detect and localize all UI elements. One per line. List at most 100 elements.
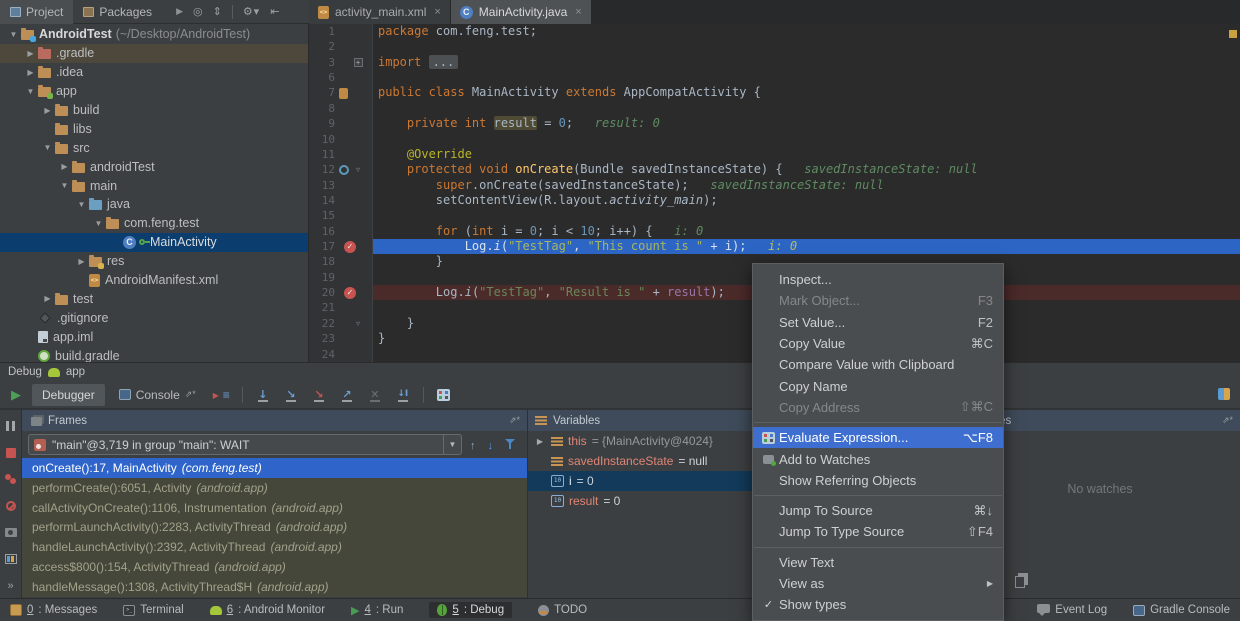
step-into-button[interactable]	[279, 384, 303, 406]
chevron-icon[interactable]	[40, 143, 55, 152]
chevron-icon[interactable]	[23, 68, 38, 77]
menu-item-inspect[interactable]: Inspect...	[753, 269, 1003, 290]
play-small-icon[interactable]	[176, 6, 183, 17]
editor-line-15[interactable]: 15	[309, 208, 1240, 223]
editor-line-7[interactable]: 7public class MainActivity extends AppCo…	[309, 85, 1240, 100]
tree-item-gitignore[interactable]: .gitignore	[0, 308, 308, 327]
down-button[interactable]	[488, 436, 494, 454]
file-tab-mainactivity-java[interactable]: MainActivity.java×	[451, 0, 592, 24]
frame-row[interactable]: performLaunchActivity():2283, ActivityTh…	[22, 518, 527, 538]
chevron-icon[interactable]	[40, 294, 55, 303]
editor-line-16[interactable]: 16 for (int i = 0; i < 10; i++) { i: 0	[309, 224, 1240, 239]
menu-item-copy-address[interactable]: Copy Address⇧⌘C	[753, 397, 1003, 418]
up-button[interactable]	[470, 436, 476, 454]
fold-marker-icon[interactable]	[356, 162, 360, 177]
mute-bp-button[interactable]	[0, 500, 23, 513]
editor-line-1[interactable]: 1package com.feng.test;	[309, 24, 1240, 39]
stop-button[interactable]	[0, 447, 23, 460]
tree-item-test[interactable]: test	[0, 289, 308, 308]
project-tool-tab[interactable]: Project	[0, 0, 73, 24]
menu-item-jump-to-source[interactable]: Jump To Source⌘↓	[753, 500, 1003, 521]
fold-marker-icon[interactable]	[356, 316, 360, 331]
more-button[interactable]	[0, 579, 23, 592]
statusbar-item-0-messages[interactable]: 0: Messages	[10, 604, 97, 616]
chevron-icon[interactable]	[74, 257, 89, 266]
target-icon[interactable]	[193, 5, 203, 18]
chevron-icon[interactable]	[23, 87, 38, 96]
frame-row[interactable]: callActivityOnCreate():1106, Instrumenta…	[22, 498, 527, 518]
chevron-icon[interactable]	[91, 219, 106, 228]
dropdown-arrow-icon[interactable]	[443, 435, 461, 454]
editor-line-12[interactable]: 12 protected void onCreate(Bundle savedI…	[309, 162, 1240, 177]
step-out-button[interactable]	[335, 384, 359, 406]
tree-item-libs[interactable]: libs	[0, 119, 308, 138]
close-tab-icon[interactable]: ×	[434, 6, 440, 18]
menu-item-view-as[interactable]: View as	[753, 573, 1003, 594]
menu-item-copy-value[interactable]: Copy Value⌘C	[753, 333, 1003, 354]
show-exec-button[interactable]	[210, 384, 234, 406]
tab-debugger[interactable]: Debugger	[32, 384, 105, 406]
menu-item-view-text[interactable]: View Text	[753, 552, 1003, 573]
chevron-icon[interactable]	[534, 437, 546, 446]
frame-row[interactable]: handleMessage():1308, ActivityThread$H(a…	[22, 577, 527, 597]
step-over-button[interactable]	[251, 384, 275, 406]
layout-editor-button[interactable]	[0, 553, 23, 566]
collapse-icon[interactable]	[213, 5, 222, 18]
tree-item-gradle[interactable]: .gradle	[0, 44, 308, 63]
fold-plus-icon[interactable]	[354, 58, 363, 67]
menu-item-compare-value-with-clipboard[interactable]: Compare Value with Clipboard	[753, 354, 1003, 375]
restore-layout-icon[interactable]	[1218, 388, 1230, 400]
editor-line-17[interactable]: 17 Log.i("TestTag", "This count is " + i…	[309, 239, 1240, 254]
close-tab-icon[interactable]: ×	[575, 6, 581, 18]
file-tab-activity-main-xml[interactable]: activity_main.xml×	[309, 0, 451, 24]
float-panel-icon[interactable]	[509, 415, 520, 426]
chevron-icon[interactable]	[6, 30, 21, 39]
statusbar-item-6-android-monitor[interactable]: 6: Android Monitor	[210, 604, 325, 616]
bp-dots-button[interactable]	[0, 473, 23, 486]
drop-frame-button[interactable]	[363, 384, 387, 406]
tree-item-mainactivity[interactable]: MainActivity	[0, 233, 308, 252]
tree-item-build-gradle[interactable]: build.gradle	[0, 346, 308, 362]
float-panel-icon[interactable]	[1222, 415, 1233, 426]
editor-line-14[interactable]: 14 setContentView(R.layout.activity_main…	[309, 193, 1240, 208]
resume-button[interactable]	[4, 384, 28, 406]
tree-item-main[interactable]: main	[0, 176, 308, 195]
evaluate-button[interactable]	[432, 384, 456, 406]
tree-item-androidmanifest-xml[interactable]: AndroidManifest.xml	[0, 271, 308, 290]
frame-row[interactable]: onCreate():17, MainActivity(com.feng.tes…	[22, 458, 527, 478]
editor-line-10[interactable]: 10	[309, 132, 1240, 147]
breakpoint-icon[interactable]	[344, 287, 356, 299]
menu-item-set-value[interactable]: Set Value...F2	[753, 312, 1003, 333]
frame-row[interactable]: performCreate():6051, Activity(android.a…	[22, 478, 527, 498]
tree-item-com-feng-test[interactable]: com.feng.test	[0, 214, 308, 233]
editor-line-6[interactable]: 6	[309, 70, 1240, 85]
editor-line-8[interactable]: 8	[309, 101, 1240, 116]
frame-row[interactable]: access$800():154, ActivityThread(android…	[22, 557, 527, 577]
editor-line-3[interactable]: 3import ...	[309, 55, 1240, 70]
editor-line-13[interactable]: 13 super.onCreate(savedInstanceState); s…	[309, 178, 1240, 193]
tab-console[interactable]: Console	[109, 384, 206, 406]
menu-item-mark-object[interactable]: Mark Object...F3	[753, 290, 1003, 311]
copy-icon[interactable]	[1015, 576, 1025, 588]
statusbar-item-terminal[interactable]: Terminal	[123, 604, 183, 616]
run-cursor-button[interactable]	[391, 384, 415, 406]
pause-button[interactable]	[0, 420, 23, 433]
chevron-icon[interactable]	[57, 162, 72, 171]
chevron-icon[interactable]	[57, 181, 72, 190]
filter-button[interactable]	[505, 436, 515, 454]
packages-tool-tab[interactable]: Packages	[73, 0, 162, 24]
statusbar-item-event-log[interactable]: Event Log	[1037, 604, 1107, 616]
breakpoint-icon[interactable]	[344, 241, 356, 253]
tree-item-java[interactable]: java	[0, 195, 308, 214]
gear-arrow-icon[interactable]	[243, 5, 260, 18]
hide-left-icon[interactable]	[270, 5, 279, 18]
menu-item-copy-name[interactable]: Copy Name	[753, 375, 1003, 396]
layout-file-icon[interactable]	[339, 88, 348, 99]
tree-item-app[interactable]: app	[0, 82, 308, 101]
override-icon[interactable]	[339, 165, 349, 175]
menu-item-show-types[interactable]: Show types	[753, 594, 1003, 615]
editor-line-11[interactable]: 11 @Override	[309, 147, 1240, 162]
statusbar-item-todo[interactable]: TODO	[538, 604, 587, 616]
menu-item-jump-to-type-source[interactable]: Jump To Type Source⇧F4	[753, 521, 1003, 542]
chevron-icon[interactable]	[40, 106, 55, 115]
